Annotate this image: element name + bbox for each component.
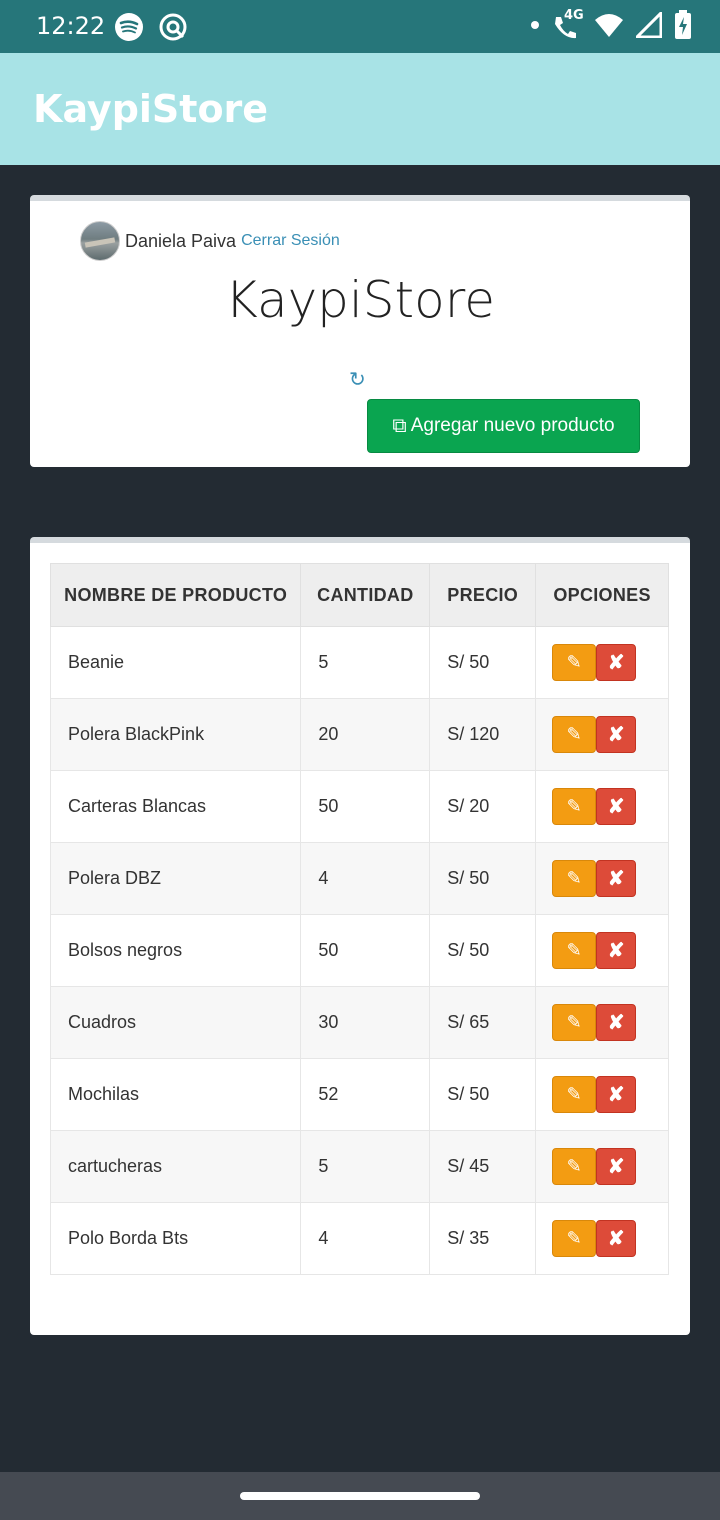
table-row: Cuadros 30 S/ 65 ✎ ✘: [49, 986, 669, 1059]
delete-button[interactable]: ✘: [596, 788, 637, 825]
status-time: 12:22: [36, 12, 106, 40]
product-price: S/ 35: [429, 1202, 537, 1275]
battery-charging-icon: [675, 10, 691, 39]
user-name: Daniela Paiva: [125, 230, 237, 251]
home-gesture-handle[interactable]: [240, 1492, 480, 1500]
delete-button[interactable]: ✘: [596, 1076, 637, 1113]
delete-button[interactable]: ✘: [596, 860, 637, 897]
app-bar: KaypiStore: [0, 53, 720, 165]
edit-button[interactable]: ✎: [552, 932, 597, 969]
product-qty: 5: [300, 626, 431, 699]
product-qty: 20: [300, 698, 431, 771]
refresh-icon: ↻: [349, 369, 366, 391]
product-price: S/ 45: [429, 1130, 537, 1203]
delete-button[interactable]: ✘: [596, 644, 637, 681]
product-name: Bolsos negros: [49, 914, 302, 987]
product-qty: 50: [300, 770, 431, 843]
product-options: ✎ ✘: [535, 914, 669, 987]
product-name: Polera DBZ: [49, 842, 302, 915]
product-options: ✎ ✘: [535, 986, 669, 1059]
app-bar-title: KaypiStore: [33, 87, 269, 131]
navigation-bar: [0, 1472, 720, 1520]
product-options: ✎ ✘: [535, 1202, 669, 1275]
product-name: Mochilas: [49, 1058, 302, 1131]
signal-icon: [636, 12, 662, 38]
product-price: S/ 50: [429, 914, 537, 987]
header-name: NOMBRE DE PRODUCTO: [49, 563, 302, 627]
edit-button[interactable]: ✎: [552, 1004, 597, 1041]
product-qty: 4: [300, 842, 431, 915]
copy-icon: ⧉: [392, 414, 407, 437]
table-row: Polo Borda Bts 4 S/ 35 ✎ ✘: [49, 1202, 669, 1275]
table-row: cartucheras 5 S/ 45 ✎ ✘: [49, 1130, 669, 1203]
table-row: Beanie 5 S/ 50 ✎ ✘: [49, 626, 669, 699]
avatar: [80, 221, 120, 261]
header-card: Daniela Paiva Cerrar Sesión KaypiStore ↻…: [30, 195, 690, 467]
products-table: NOMBRE DE PRODUCTO CANTIDAD PRECIO OPCIO…: [49, 563, 669, 1275]
product-qty: 50: [300, 914, 431, 987]
add-product-button[interactable]: ⧉ Agregar nuevo producto: [367, 399, 640, 453]
delete-button[interactable]: ✘: [596, 932, 637, 969]
table-row: Carteras Blancas 50 S/ 20 ✎ ✘: [49, 770, 669, 843]
table-header-row: NOMBRE DE PRODUCTO CANTIDAD PRECIO OPCIO…: [49, 563, 669, 627]
edit-button[interactable]: ✎: [552, 788, 597, 825]
dot-icon: [531, 21, 539, 29]
product-options: ✎ ✘: [535, 842, 669, 915]
product-name: Polera BlackPink: [49, 698, 302, 771]
product-name: Carteras Blancas: [49, 770, 302, 843]
product-name: Cuadros: [49, 986, 302, 1059]
product-price: S/ 50: [429, 842, 537, 915]
header-qty: CANTIDAD: [300, 563, 431, 627]
edit-button[interactable]: ✎: [552, 1220, 597, 1257]
user-row: Daniela Paiva Cerrar Sesión: [80, 221, 340, 261]
call-wifi-icon: 4G: [552, 8, 584, 40]
edit-button[interactable]: ✎: [552, 860, 597, 897]
delete-button[interactable]: ✘: [596, 1220, 637, 1257]
product-price: S/ 120: [429, 698, 537, 771]
products-card: NOMBRE DE PRODUCTO CANTIDAD PRECIO OPCIO…: [30, 537, 690, 1335]
product-qty: 4: [300, 1202, 431, 1275]
table-row: Polera DBZ 4 S/ 50 ✎ ✘: [49, 842, 669, 915]
status-right-icons: 4G: [530, 8, 692, 40]
page-title: KaypiStore: [225, 271, 495, 329]
status-left-icons: [114, 12, 188, 42]
product-qty: 52: [300, 1058, 431, 1131]
header-price: PRECIO: [429, 563, 537, 627]
sync-icon: [159, 13, 187, 41]
product-options: ✎ ✘: [535, 1130, 669, 1203]
edit-button[interactable]: ✎: [552, 1076, 597, 1113]
header-options: OPCIONES: [535, 563, 669, 627]
product-price: S/ 50: [429, 626, 537, 699]
product-name: Polo Borda Bts: [49, 1202, 302, 1275]
add-product-label: Agregar nuevo producto: [410, 415, 615, 436]
logout-link[interactable]: Cerrar Sesión: [241, 232, 340, 250]
product-options: ✎ ✘: [535, 770, 669, 843]
product-name: Beanie: [49, 626, 302, 699]
wifi-icon: [595, 14, 623, 37]
status-bar: 12:22 4G: [0, 0, 720, 53]
delete-button[interactable]: ✘: [596, 1148, 637, 1185]
table-row: Mochilas 52 S/ 50 ✎ ✘: [49, 1058, 669, 1131]
network-label: 4G: [564, 8, 584, 23]
edit-button[interactable]: ✎: [552, 644, 597, 681]
product-price: S/ 50: [429, 1058, 537, 1131]
product-options: ✎ ✘: [535, 626, 669, 699]
table-row: Polera BlackPink 20 S/ 120 ✎ ✘: [49, 698, 669, 771]
edit-button[interactable]: ✎: [552, 1148, 597, 1185]
edit-button[interactable]: ✎: [552, 716, 597, 753]
product-qty: 30: [300, 986, 431, 1059]
product-price: S/ 65: [429, 986, 537, 1059]
delete-button[interactable]: ✘: [596, 1004, 637, 1041]
spotify-icon: [115, 13, 143, 41]
product-name: cartucheras: [49, 1130, 302, 1203]
product-qty: 5: [300, 1130, 431, 1203]
delete-button[interactable]: ✘: [596, 716, 637, 753]
product-options: ✎ ✘: [535, 1058, 669, 1131]
product-price: S/ 20: [429, 770, 537, 843]
product-options: ✎ ✘: [535, 698, 669, 771]
table-row: Bolsos negros 50 S/ 50 ✎ ✘: [49, 914, 669, 987]
